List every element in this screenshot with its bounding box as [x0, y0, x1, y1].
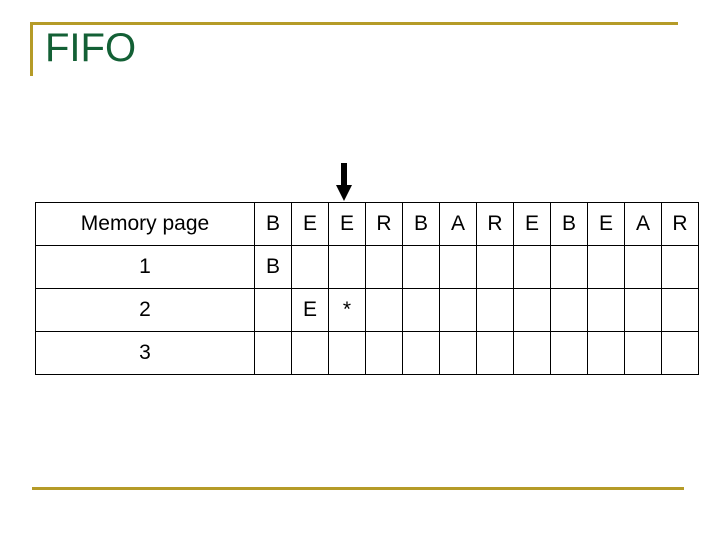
reference-cell-9: E — [587, 202, 625, 246]
table-header-row: Memory page B E E R B A R E B E A R — [35, 202, 699, 246]
frame-1-cell-2 — [328, 245, 366, 289]
frame-1-cell-1 — [291, 245, 329, 289]
frame-1-cell-7 — [513, 245, 551, 289]
reference-cell-11: R — [661, 202, 699, 246]
memory-reference-table: Memory page B E E R B A R E B E A R 1 B — [35, 202, 699, 375]
reference-cell-6: R — [476, 202, 514, 246]
frame-label-3: 3 — [35, 331, 255, 375]
frame-3-cell-10 — [624, 331, 662, 375]
frame-2-cell-8 — [550, 288, 588, 332]
frame-1-cell-5 — [439, 245, 477, 289]
frame-2-cell-0 — [254, 288, 292, 332]
frame-3-cell-5 — [439, 331, 477, 375]
table-row: 1 B — [35, 245, 699, 289]
reference-cell-10: A — [624, 202, 662, 246]
frame-2-cell-3 — [365, 288, 403, 332]
frame-3-cell-8 — [550, 331, 588, 375]
reference-cell-5: A — [439, 202, 477, 246]
reference-cell-7: E — [513, 202, 551, 246]
frame-2-cell-1: E — [291, 288, 329, 332]
frame-1-cell-6 — [476, 245, 514, 289]
frame-1-cell-10 — [624, 245, 662, 289]
frame-1-cell-0: B — [254, 245, 292, 289]
frame-1-cell-9 — [587, 245, 625, 289]
reference-cell-2: E — [328, 202, 366, 246]
left-accent-rule — [30, 22, 33, 76]
header-label-cell: Memory page — [35, 202, 255, 246]
frame-3-cell-1 — [291, 331, 329, 375]
reference-cell-3: R — [365, 202, 403, 246]
reference-cell-4: B — [402, 202, 440, 246]
frame-3-cell-4 — [402, 331, 440, 375]
frame-1-cell-3 — [365, 245, 403, 289]
reference-cell-0: B — [254, 202, 292, 246]
frame-3-cell-6 — [476, 331, 514, 375]
table-row: 2 E * — [35, 288, 699, 332]
frame-3-cell-3 — [365, 331, 403, 375]
frame-1-cell-11 — [661, 245, 699, 289]
frame-3-cell-2 — [328, 331, 366, 375]
frame-2-cell-9 — [587, 288, 625, 332]
frame-2-cell-4 — [402, 288, 440, 332]
frame-2-cell-10 — [624, 288, 662, 332]
down-arrow-icon — [336, 163, 352, 201]
table-row: 3 — [35, 331, 699, 375]
frame-2-cell-5 — [439, 288, 477, 332]
frame-3-cell-7 — [513, 331, 551, 375]
page-title: FIFO — [45, 26, 137, 70]
frame-3-cell-0 — [254, 331, 292, 375]
reference-cell-1: E — [291, 202, 329, 246]
frame-1-cell-8 — [550, 245, 588, 289]
frame-3-cell-11 — [661, 331, 699, 375]
bottom-accent-rule — [32, 487, 684, 490]
frame-label-2: 2 — [35, 288, 255, 332]
frame-2-cell-6 — [476, 288, 514, 332]
frame-3-cell-9 — [587, 331, 625, 375]
frame-1-cell-4 — [402, 245, 440, 289]
frame-2-cell-7 — [513, 288, 551, 332]
frame-2-cell-11 — [661, 288, 699, 332]
frame-2-cell-2: * — [328, 288, 366, 332]
frame-label-1: 1 — [35, 245, 255, 289]
reference-cell-8: B — [550, 202, 588, 246]
